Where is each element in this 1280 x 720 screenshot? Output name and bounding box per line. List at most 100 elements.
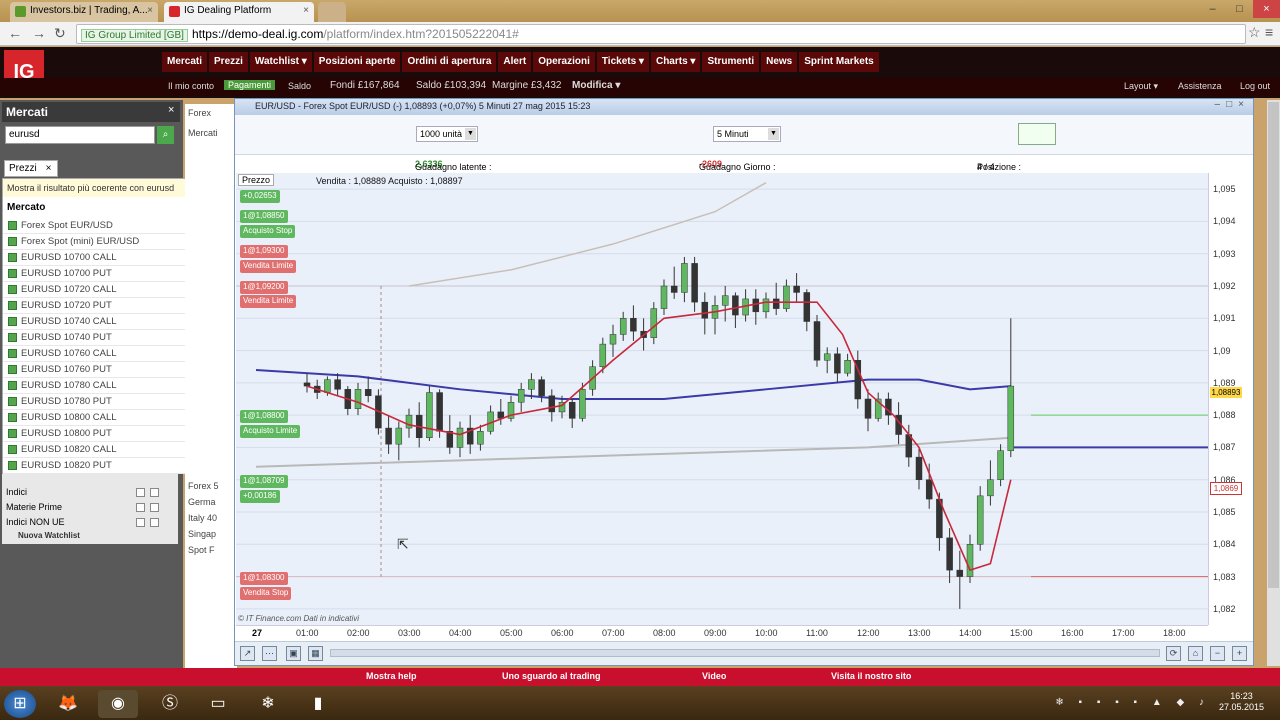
menu-ordini[interactable]: Ordini di apertura bbox=[402, 52, 497, 72]
order-label[interactable]: 1@1,09200 bbox=[240, 281, 288, 294]
layout-dropdown[interactable]: Layout ▾ bbox=[1124, 81, 1158, 92]
footer-help-link[interactable]: Mostra help bbox=[366, 671, 417, 681]
candle-body bbox=[385, 427, 392, 445]
url-input[interactable]: IG Group Limited [GB] https://demo-deal.i… bbox=[76, 24, 1246, 44]
order-label[interactable]: +0,02653 bbox=[240, 190, 280, 203]
skype-icon[interactable]: Ⓢ bbox=[150, 690, 190, 718]
print-icon[interactable]: ▣ bbox=[286, 646, 301, 661]
snowflake-app-icon[interactable]: ❄ bbox=[248, 690, 288, 718]
chart-scrollbar[interactable] bbox=[330, 649, 1160, 657]
folder-icon[interactable]: ▭ bbox=[198, 690, 238, 718]
bookmark-star-icon[interactable]: ☆ bbox=[1248, 24, 1261, 41]
close-icon[interactable]: × bbox=[147, 5, 153, 16]
assistenza-link[interactable]: Assistenza bbox=[1178, 81, 1222, 91]
menu-operazioni[interactable]: Operazioni bbox=[533, 52, 595, 72]
order-label[interactable]: Vendita Limite bbox=[240, 295, 297, 308]
menu-posizioni[interactable]: Posizioni aperte bbox=[313, 52, 401, 72]
order-label[interactable]: Acquisto Stop bbox=[240, 225, 296, 238]
bg-item[interactable]: Forex 5 bbox=[188, 481, 236, 491]
order-label[interactable]: Vendita Limite bbox=[240, 260, 297, 273]
footer-trading-link[interactable]: Uno sguardo al trading bbox=[502, 671, 601, 681]
watchlist-item[interactable]: Materie Prime bbox=[2, 501, 176, 515]
reload-icon[interactable]: ↻ bbox=[54, 25, 66, 42]
minimize-icon[interactable]: – bbox=[1199, 0, 1226, 18]
start-button-icon[interactable]: ⊞ bbox=[4, 690, 36, 718]
close-icon[interactable]: × bbox=[168, 104, 174, 116]
close-icon[interactable]: × bbox=[46, 163, 52, 174]
checkbox[interactable] bbox=[136, 488, 145, 497]
order-label[interactable]: Vendita Stop bbox=[240, 587, 292, 600]
bg-item[interactable]: Mercati bbox=[188, 128, 236, 138]
modifica-dropdown[interactable]: Modifica ▾ bbox=[572, 80, 620, 91]
new-watchlist-button[interactable]: Nuova Watchlist bbox=[4, 531, 174, 543]
logout-link[interactable]: Log out bbox=[1240, 81, 1270, 91]
size-select[interactable]: 1000 unità ▼ bbox=[416, 126, 478, 142]
order-label[interactable]: 1@1,09300 bbox=[240, 245, 288, 258]
search-button[interactable]: ⌕ bbox=[157, 126, 174, 144]
zoom-out-icon[interactable]: − bbox=[1210, 646, 1225, 661]
minimize-icon[interactable]: – bbox=[1215, 99, 1227, 110]
bg-item[interactable]: Italy 40 bbox=[188, 513, 236, 523]
menu-sprint[interactable]: Sprint Markets bbox=[799, 52, 879, 72]
chrome-icon[interactable]: ◉ bbox=[98, 690, 138, 718]
balance-link[interactable]: Saldo bbox=[288, 81, 311, 91]
watchlist-item[interactable]: Indici bbox=[2, 486, 176, 500]
order-label[interactable]: +0,00186 bbox=[240, 490, 280, 503]
my-account-link[interactable]: Il mio conto bbox=[168, 81, 214, 91]
bg-item[interactable]: Germa bbox=[188, 497, 236, 507]
clock[interactable]: 16:23 27.05.2015 bbox=[1219, 691, 1264, 713]
checkbox[interactable] bbox=[150, 488, 159, 497]
zoom-fit-icon[interactable]: ⌂ bbox=[1188, 646, 1203, 661]
order-label[interactable]: 1@1,08300 bbox=[240, 572, 288, 585]
tab-prezzi[interactable]: Prezzi × bbox=[4, 160, 58, 177]
menu-alert[interactable]: Alert bbox=[498, 52, 532, 72]
menu-prezzi[interactable]: Prezzi bbox=[209, 52, 248, 72]
x-tick-label: 07:00 bbox=[602, 628, 625, 638]
menu-news[interactable]: News bbox=[761, 52, 798, 72]
candle-body bbox=[334, 379, 341, 390]
search-input[interactable]: eurusd bbox=[5, 126, 155, 144]
interval-select[interactable]: 5 Minuti ▼ bbox=[713, 126, 781, 142]
menu-charts[interactable]: Charts ▾ bbox=[650, 52, 701, 72]
browser-tab-investors[interactable]: Investors.biz | Trading, A... × bbox=[10, 2, 158, 22]
menu-tickets[interactable]: Tickets ▾ bbox=[596, 52, 649, 72]
checkbox[interactable] bbox=[136, 503, 145, 512]
zoom-in-icon[interactable]: + bbox=[1232, 646, 1247, 661]
chart-refresh-icon[interactable]: ⟳ bbox=[1166, 646, 1181, 661]
firefox-icon[interactable]: 🦊 bbox=[48, 690, 88, 718]
checkbox[interactable] bbox=[150, 518, 159, 527]
new-tab-button[interactable] bbox=[318, 2, 346, 22]
menu-icon[interactable]: ≡ bbox=[1265, 24, 1273, 40]
indicators-icon[interactable]: ⋯ bbox=[262, 646, 277, 661]
browser-tab-ig[interactable]: IG Dealing Platform × bbox=[164, 2, 314, 22]
back-icon[interactable]: ← bbox=[8, 25, 22, 41]
payments-button[interactable]: Pagamenti bbox=[224, 80, 276, 90]
close-icon[interactable]: × bbox=[303, 5, 309, 16]
maximize-icon[interactable]: □ bbox=[1226, 99, 1238, 110]
green-app-icon[interactable]: ▮ bbox=[298, 690, 338, 718]
checkbox[interactable] bbox=[136, 518, 145, 527]
order-label[interactable]: 1@1,08800 bbox=[240, 410, 288, 423]
drawing-tool-icon[interactable]: ↗ bbox=[240, 646, 255, 661]
prezzo-selector[interactable]: Prezzo bbox=[238, 174, 275, 186]
order-label[interactable]: Acquisto Limite bbox=[240, 425, 301, 438]
forward-icon[interactable]: → bbox=[32, 25, 46, 41]
menu-mercati[interactable]: Mercati bbox=[162, 52, 208, 72]
settings-icon[interactable]: ▦ bbox=[308, 646, 323, 661]
close-icon[interactable]: × bbox=[1238, 99, 1250, 110]
close-window-icon[interactable]: × bbox=[1253, 0, 1280, 18]
order-label[interactable]: 1@1,08850 bbox=[240, 210, 288, 223]
page-scrollbar-thumb[interactable] bbox=[1268, 102, 1279, 588]
checkbox[interactable] bbox=[150, 503, 159, 512]
bg-item[interactable]: Forex bbox=[188, 108, 236, 118]
order-label[interactable]: 1@1,08709 bbox=[240, 475, 288, 488]
bg-item[interactable]: Singap bbox=[188, 529, 236, 539]
menu-strumenti[interactable]: Strumenti bbox=[702, 52, 760, 72]
maximize-icon[interactable]: □ bbox=[1226, 0, 1253, 18]
bg-item[interactable]: Spot F bbox=[188, 545, 236, 555]
menu-watchlist[interactable]: Watchlist ▾ bbox=[249, 52, 312, 72]
footer-video-link[interactable]: Video bbox=[702, 671, 726, 681]
watchlist-item[interactable]: Indici NON UE bbox=[2, 516, 176, 530]
chart-type-icon[interactable] bbox=[1018, 123, 1056, 145]
footer-site-link[interactable]: Visita il nostro sito bbox=[831, 671, 911, 681]
